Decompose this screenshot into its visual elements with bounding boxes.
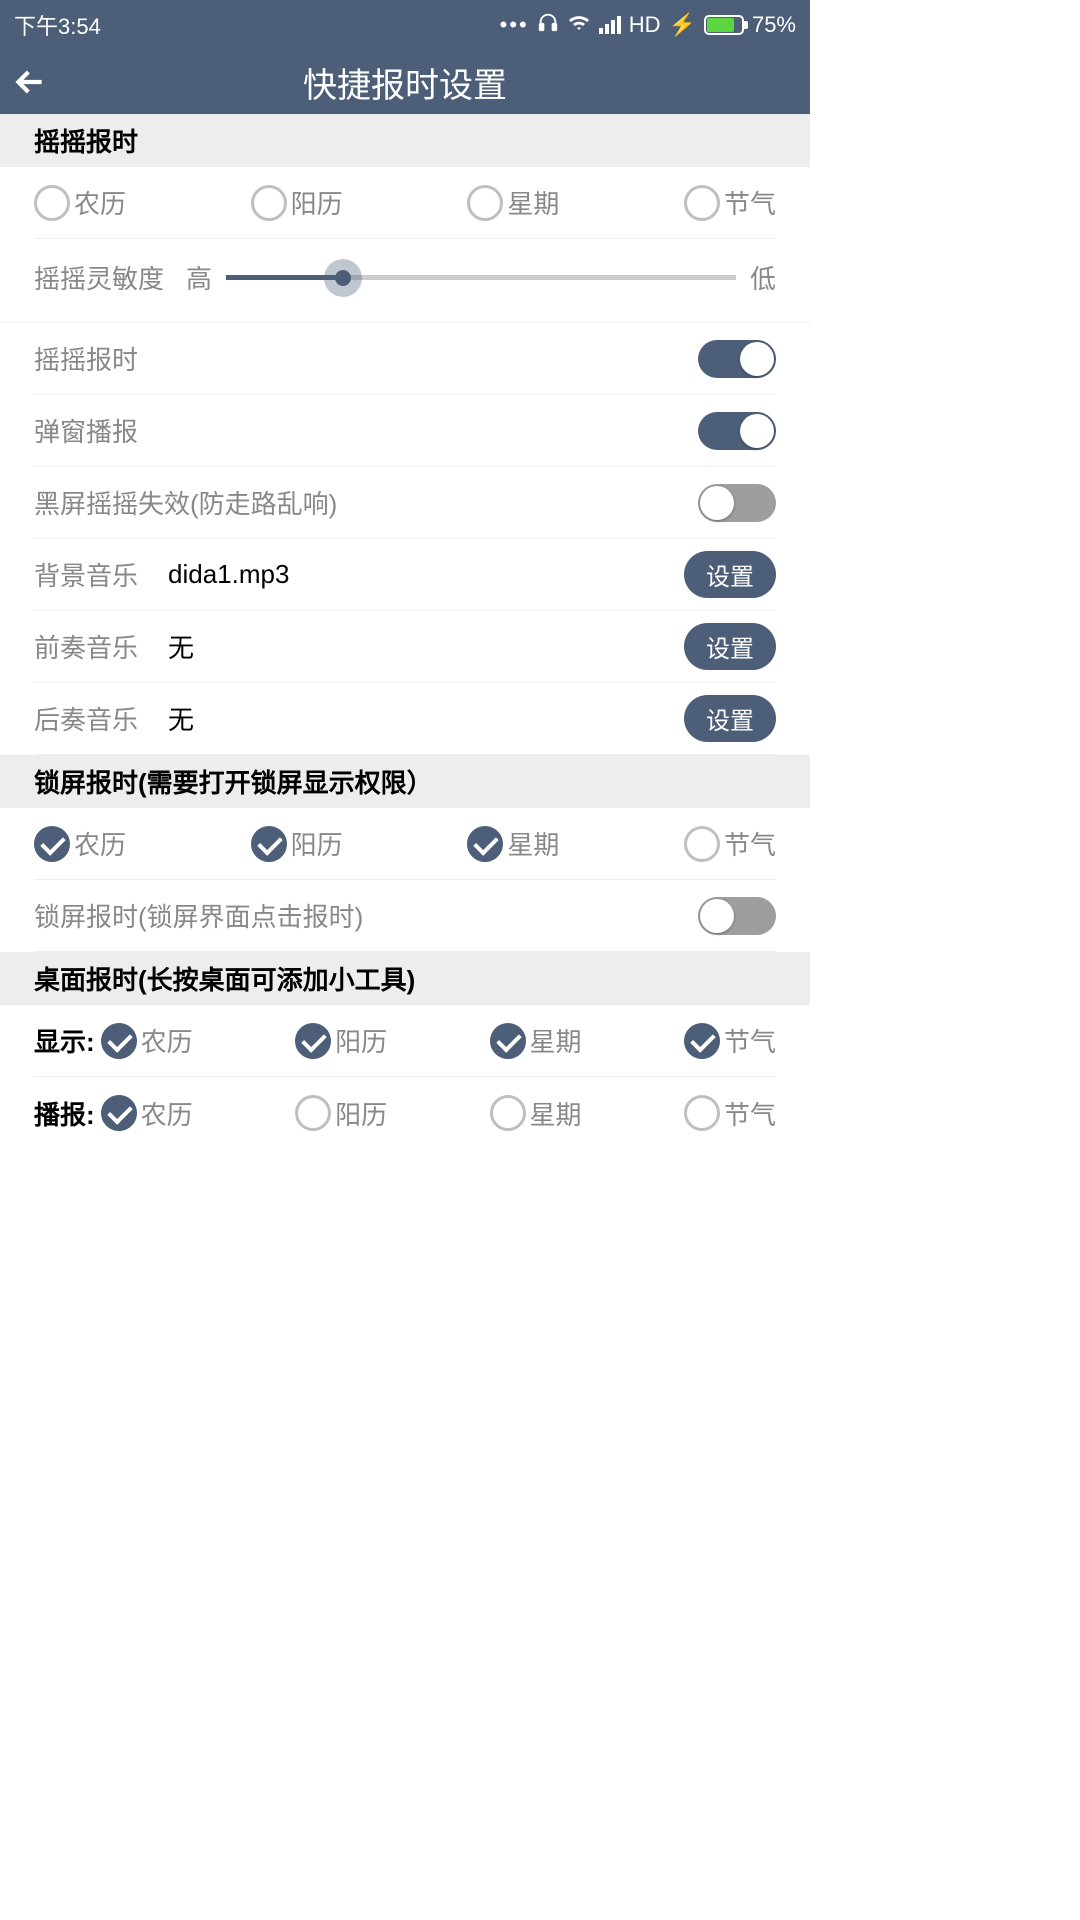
lock-options-row: 农历 阳历 星期 节气 <box>34 808 776 880</box>
status-time: 下午3:54 <box>14 9 101 41</box>
radio-icon <box>467 185 503 221</box>
radio-icon <box>34 826 70 862</box>
app-header: 快捷报时设置 <box>0 50 810 114</box>
shake-option[interactable]: 节气 <box>684 184 776 221</box>
music-row: 后奏音乐无设置 <box>34 683 776 755</box>
music-set-button[interactable]: 设置 <box>684 695 776 742</box>
section-desktop-header: 桌面报时(长按桌面可添加小工具) <box>0 952 810 1005</box>
back-button[interactable] <box>0 52 60 112</box>
more-icon: ••• <box>500 12 529 38</box>
radio-icon <box>251 826 287 862</box>
radio-label: 星期 <box>530 1022 582 1059</box>
wifi-icon <box>567 12 591 38</box>
radio-label: 农历 <box>141 1095 193 1132</box>
toggle-row: 黑屏摇摇失效(防走路乱响) <box>34 467 776 539</box>
radio-label: 阳历 <box>335 1022 387 1059</box>
display-prefix: 显示: <box>34 1022 95 1059</box>
battery-percent: 75% <box>752 12 796 38</box>
radio-label: 农历 <box>74 184 126 221</box>
lock-option[interactable]: 节气 <box>684 825 776 862</box>
radio-icon <box>101 1095 137 1131</box>
status-bar: 下午3:54 ••• HD ⚡ 75% <box>0 0 810 50</box>
page-title: 快捷报时设置 <box>303 58 507 107</box>
sensitivity-low: 低 <box>750 259 776 296</box>
toggle-switch[interactable] <box>698 412 776 450</box>
announce-option[interactable]: 阳历 <box>295 1095 387 1132</box>
radio-label: 节气 <box>724 1022 776 1059</box>
announce-option[interactable]: 星期 <box>490 1095 582 1132</box>
lock-toggle[interactable] <box>698 897 776 935</box>
display-option[interactable]: 阳历 <box>295 1022 387 1059</box>
radio-icon <box>490 1095 526 1131</box>
radio-icon <box>295 1023 331 1059</box>
radio-icon <box>684 1023 720 1059</box>
radio-icon <box>295 1095 331 1131</box>
music-label: 前奏音乐 <box>34 628 138 665</box>
desktop-announce-row: 播报: 农历 阳历 星期 节气 <box>34 1077 776 1149</box>
music-value: dida1.mp3 <box>168 559 684 590</box>
signal-icon <box>599 16 621 34</box>
display-option[interactable]: 农历 <box>101 1022 193 1059</box>
radio-icon <box>490 1023 526 1059</box>
radio-icon <box>101 1023 137 1059</box>
music-set-button[interactable]: 设置 <box>684 623 776 670</box>
shake-option[interactable]: 农历 <box>34 184 126 221</box>
radio-label: 农历 <box>141 1022 193 1059</box>
toggle-switch[interactable] <box>698 340 776 378</box>
radio-label: 阳历 <box>291 184 343 221</box>
radio-icon <box>467 826 503 862</box>
toggle-label: 摇摇报时 <box>34 340 138 377</box>
lock-option[interactable]: 农历 <box>34 825 126 862</box>
headset-icon <box>537 11 559 39</box>
display-option[interactable]: 星期 <box>490 1022 582 1059</box>
radio-icon <box>684 826 720 862</box>
toggle-row: 摇摇报时 <box>34 323 776 395</box>
desktop-display-row: 显示: 农历 阳历 星期 节气 <box>34 1005 776 1077</box>
music-row: 前奏音乐无设置 <box>34 611 776 683</box>
shake-option[interactable]: 星期 <box>467 184 559 221</box>
announce-prefix: 播报: <box>34 1095 95 1132</box>
music-set-button[interactable]: 设置 <box>684 551 776 598</box>
sensitivity-slider[interactable] <box>226 263 736 293</box>
music-row: 背景音乐 dida1.mp3设置 <box>34 539 776 611</box>
radio-label: 阳历 <box>335 1095 387 1132</box>
toggle-row: 弹窗播报 <box>34 395 776 467</box>
radio-label: 星期 <box>507 825 559 862</box>
shake-options-row: 农历 阳历 星期 节气 <box>34 167 776 239</box>
radio-icon <box>34 185 70 221</box>
sensitivity-row: 摇摇灵敏度 高 低 <box>0 239 810 323</box>
charge-icon: ⚡ <box>669 12 696 38</box>
radio-label: 节气 <box>724 1095 776 1132</box>
music-value: 无 <box>168 700 684 737</box>
hd-label: HD <box>629 12 661 38</box>
radio-icon <box>684 185 720 221</box>
lock-toggle-label: 锁屏报时(锁屏界面点击报时) <box>34 897 363 934</box>
lock-toggle-row: 锁屏报时(锁屏界面点击报时) <box>34 880 776 952</box>
radio-label: 节气 <box>724 825 776 862</box>
radio-label: 农历 <box>74 825 126 862</box>
radio-label: 阳历 <box>291 825 343 862</box>
radio-icon <box>251 185 287 221</box>
music-label: 后奏音乐 <box>34 700 138 737</box>
lock-option[interactable]: 阳历 <box>251 825 343 862</box>
toggle-label: 黑屏摇摇失效(防走路乱响) <box>34 484 337 521</box>
radio-icon <box>684 1095 720 1131</box>
music-label: 背景音乐 <box>34 556 138 593</box>
radio-label: 节气 <box>724 184 776 221</box>
radio-label: 星期 <box>507 184 559 221</box>
lock-option[interactable]: 星期 <box>467 825 559 862</box>
section-shake-header: 摇摇报时 <box>0 114 810 167</box>
announce-option[interactable]: 农历 <box>101 1095 193 1132</box>
battery-icon <box>704 15 744 35</box>
radio-label: 星期 <box>530 1095 582 1132</box>
shake-option[interactable]: 阳历 <box>251 184 343 221</box>
sensitivity-label: 摇摇灵敏度 <box>34 259 164 296</box>
display-option[interactable]: 节气 <box>684 1022 776 1059</box>
section-lock-header: 锁屏报时(需要打开锁屏显示权限） <box>0 755 810 808</box>
sensitivity-high: 高 <box>186 259 212 296</box>
music-value: 无 <box>168 628 684 665</box>
toggle-label: 弹窗播报 <box>34 412 138 449</box>
toggle-switch[interactable] <box>698 484 776 522</box>
announce-option[interactable]: 节气 <box>684 1095 776 1132</box>
